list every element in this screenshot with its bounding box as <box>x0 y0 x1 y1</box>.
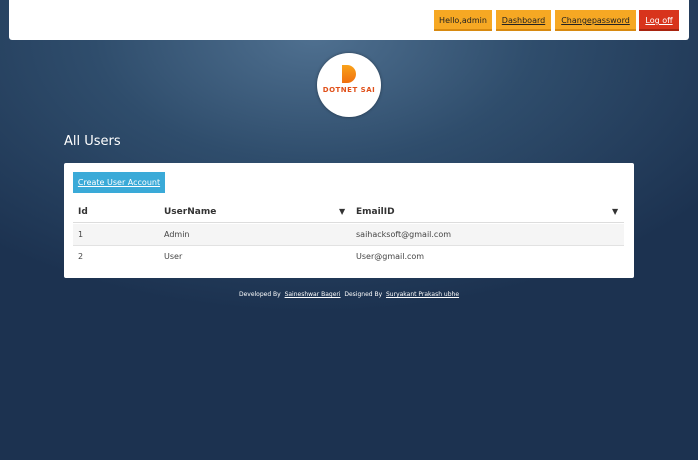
footer: Developed By Saineshwar Bageri Designed … <box>0 291 698 298</box>
table-row[interactable]: 2 User User@gmail.com <box>73 246 624 268</box>
create-user-button[interactable]: Create User Account <box>73 172 165 193</box>
table-header: Id UserName ▼ EmailID ▼ <box>73 201 624 223</box>
cell-username: User <box>164 252 183 261</box>
dashboard-link[interactable]: Dashboard <box>496 10 551 31</box>
designed-label: Designed By <box>344 291 383 298</box>
table-row[interactable]: 1 Admin saihacksoft@gmail.com <box>73 224 624 246</box>
header-id[interactable]: Id <box>78 201 88 223</box>
filter-icon[interactable]: ▼ <box>339 201 345 223</box>
header-username[interactable]: UserName <box>164 201 216 223</box>
cell-email: User@gmail.com <box>356 252 425 261</box>
filter-icon[interactable]: ▼ <box>612 201 618 223</box>
cell-email: saihacksoft@gmail.com <box>356 230 452 239</box>
header-email[interactable]: EmailID <box>356 201 395 223</box>
developer-link[interactable]: Saineshwar Bageri <box>285 291 341 298</box>
logo-text: DOTNET SAI <box>322 86 376 94</box>
designer-link[interactable]: Suryakant Prakash ubhe <box>386 291 459 298</box>
change-password-link[interactable]: Changepassword <box>555 10 636 31</box>
logoff-link[interactable]: Log off <box>639 10 679 31</box>
developed-label: Developed By <box>238 291 281 298</box>
logo-d-icon <box>342 65 356 83</box>
cell-id: 1 <box>78 230 84 239</box>
greeting-label: Hello,admin <box>434 10 492 31</box>
cell-id: 2 <box>78 252 84 261</box>
page-title: All Users <box>64 134 121 149</box>
cell-username: Admin <box>164 230 190 239</box>
users-panel: Create User Account Id UserName ▼ EmailI… <box>64 163 634 278</box>
top-navbar: Hello,admin Dashboard Changepassword Log… <box>9 0 689 40</box>
logo: DOTNET SAI <box>317 53 381 117</box>
